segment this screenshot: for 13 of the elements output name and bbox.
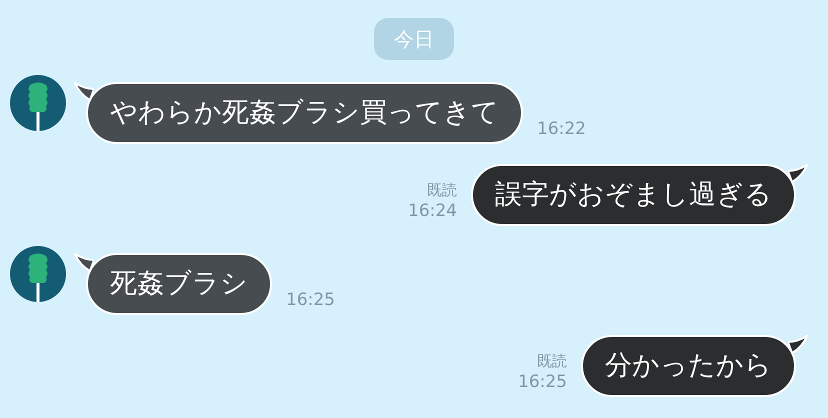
message-bubble: 誤字がおぞまし過ぎる — [471, 164, 796, 226]
read-receipt: 既読 — [427, 180, 457, 200]
message-bubble: やわらか死姦ブラシ買ってきて — [86, 82, 523, 144]
date-label: 今日 — [374, 18, 454, 60]
message-time: 16:25 — [518, 371, 567, 393]
message-time: 16:22 — [537, 118, 586, 140]
message-bubble: 分かったから — [581, 335, 796, 397]
message-time: 16:25 — [286, 289, 335, 311]
message-bubble: 死姦ブラシ — [86, 253, 272, 315]
message-time: 16:24 — [408, 200, 457, 222]
avatar-icon[interactable] — [10, 75, 66, 131]
read-receipt: 既読 — [537, 351, 567, 371]
avatar-icon[interactable] — [10, 246, 66, 302]
